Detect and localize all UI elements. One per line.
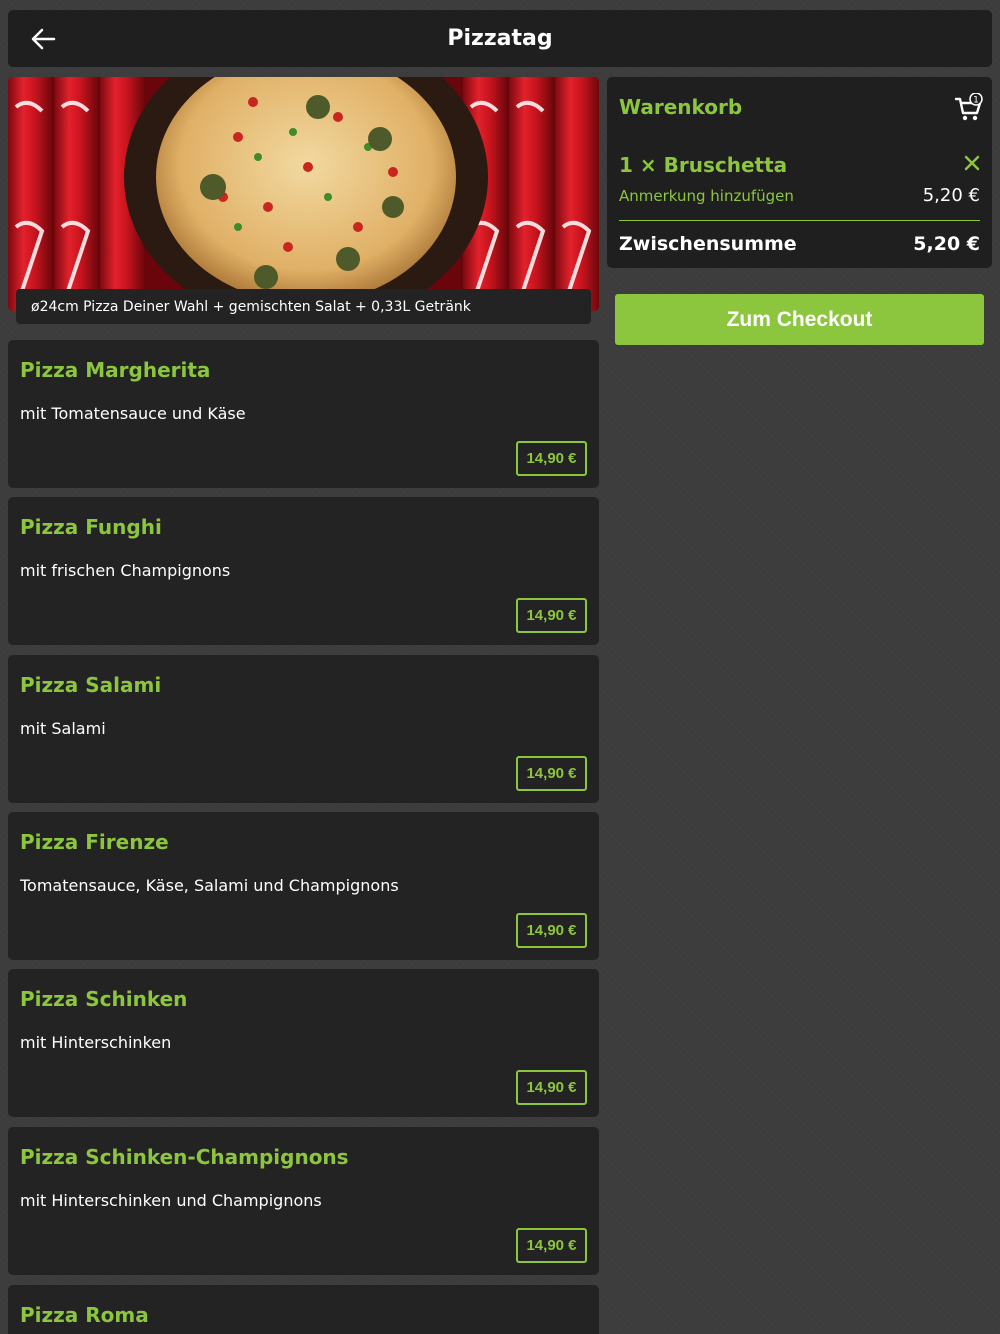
product-name: Pizza Salami xyxy=(20,673,162,697)
cart-item-price: 5,20 € xyxy=(922,185,980,206)
product-card[interactable]: Pizza Roma xyxy=(8,1285,599,1334)
close-icon[interactable] xyxy=(963,154,981,172)
product-name: Pizza Schinken xyxy=(20,987,188,1011)
cart-panel: Warenkorb 1 1 × Bruschetta Anmerkung hin… xyxy=(607,77,992,268)
page-title: Pizzatag xyxy=(447,26,553,51)
top-bar: Pizzatag xyxy=(8,10,992,67)
product-description: mit Hinterschinken xyxy=(20,1033,172,1052)
price-button[interactable]: 14,90 € xyxy=(516,756,587,791)
subtotal-value: 5,20 € xyxy=(913,233,980,255)
product-description: mit Hinterschinken und Champignons xyxy=(20,1191,322,1210)
price-button[interactable]: 14,90 € xyxy=(516,1228,587,1263)
product-card[interactable]: Pizza Salami mit Salami 14,90 € xyxy=(8,655,599,803)
cart-icon[interactable]: 1 xyxy=(954,93,984,123)
checkout-button[interactable]: Zum Checkout xyxy=(615,294,984,345)
product-name: Pizza Roma xyxy=(20,1303,149,1327)
product-description: mit frischen Champignons xyxy=(20,561,231,580)
product-card[interactable]: Pizza Firenze Tomatensauce, Käse, Salami… xyxy=(8,812,599,960)
hero-image xyxy=(8,77,599,311)
product-description: Tomatensauce, Käse, Salami und Champigno… xyxy=(20,876,399,895)
product-name: Pizza Funghi xyxy=(20,515,162,539)
price-button[interactable]: 14,90 € xyxy=(516,441,587,476)
cart-title: Warenkorb xyxy=(619,95,743,119)
product-card[interactable]: Pizza Margherita mit Tomatensauce und Kä… xyxy=(8,340,599,488)
cart-item-name: 1 × Bruschetta xyxy=(619,153,788,177)
hero-caption: ø24cm Pizza Deiner Wahl + gemischten Sal… xyxy=(16,289,591,324)
price-button[interactable]: 14,90 € xyxy=(516,598,587,633)
price-button[interactable]: 14,90 € xyxy=(516,1070,587,1105)
product-card[interactable]: Pizza Funghi mit frischen Champignons 14… xyxy=(8,497,599,645)
divider xyxy=(619,220,980,221)
add-note-link[interactable]: Anmerkung hinzufügen xyxy=(619,187,794,205)
arrow-left-icon[interactable] xyxy=(28,24,58,54)
product-name: Pizza Firenze xyxy=(20,830,169,854)
product-card[interactable]: Pizza Schinken-Champignons mit Hintersch… xyxy=(8,1127,599,1275)
cart-count-badge: 1 xyxy=(973,96,979,106)
price-button[interactable]: 14,90 € xyxy=(516,913,587,948)
product-name: Pizza Margherita xyxy=(20,358,211,382)
product-card[interactable]: Pizza Schinken mit Hinterschinken 14,90 … xyxy=(8,969,599,1117)
product-name: Pizza Schinken-Champignons xyxy=(20,1145,349,1169)
product-description: mit Salami xyxy=(20,719,106,738)
subtotal-label: Zwischensumme xyxy=(619,233,797,255)
product-description: mit Tomatensauce und Käse xyxy=(20,404,246,423)
